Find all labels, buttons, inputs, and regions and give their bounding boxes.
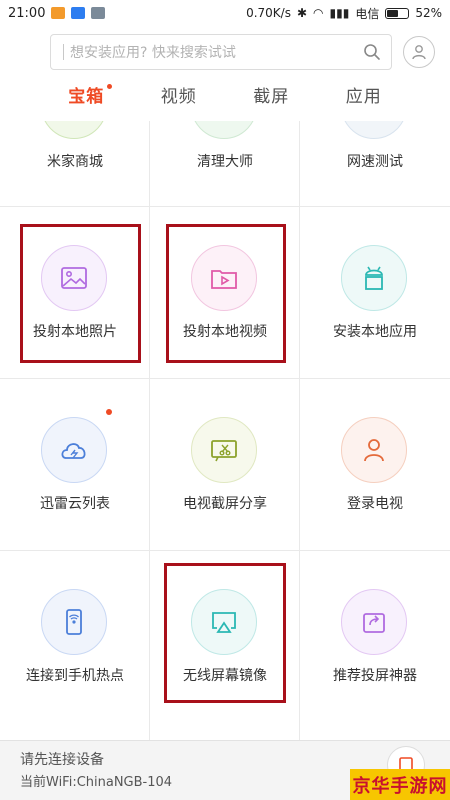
battery-icon (385, 7, 410, 19)
tab-video[interactable]: 视频 (161, 82, 197, 120)
toolbox-grid: 米家商城 清理大师 网速测试 投射本地照片 投射本地视频 安装本地应用 迅雷云列… (0, 121, 450, 740)
notification-icon (91, 7, 106, 19)
current-wifi: 当前WiFi:ChinaNGB-104 (20, 775, 173, 790)
status-time: 21:00 (8, 5, 46, 21)
person-icon (341, 417, 407, 483)
tile-tv-login[interactable]: 登录电视 (300, 379, 450, 550)
tile-label: 推荐投屏神器 (333, 668, 417, 684)
speed-test-icon (341, 121, 407, 139)
grid-row: 迅雷云列表 电视截屏分享 登录电视 (0, 379, 450, 551)
tile-install-apps[interactable]: 安装本地应用 (300, 207, 450, 378)
tab-label: 应用 (345, 87, 382, 107)
cloud-icon (41, 417, 107, 483)
tab-screenshot[interactable]: 截屏 (253, 82, 289, 120)
wifi-icon: ◠ (313, 6, 324, 20)
tile-recommend-cast[interactable]: 推荐投屏神器 (300, 551, 450, 740)
search-placeholder: 想安装应用? 快来搜索试试 (70, 45, 236, 61)
tile-label: 连接到手机热点 (26, 668, 124, 684)
new-badge-dot (107, 84, 113, 89)
tile-label: 登录电视 (347, 496, 403, 512)
tile-label: 安装本地应用 (333, 324, 417, 340)
tile-label: 电视截屏分享 (183, 496, 267, 512)
tile-phone-hotspot[interactable]: 连接到手机热点 (0, 551, 150, 740)
tab-treasure[interactable]: 宝箱 (68, 82, 113, 120)
tile-tv-screenshot[interactable]: 电视截屏分享 (150, 379, 300, 550)
tab-label: 宝箱 (68, 87, 105, 107)
user-avatar-button[interactable] (403, 36, 435, 68)
tile-label: 清理大师 (197, 154, 253, 170)
store-icon (41, 121, 107, 139)
tile-mi-store[interactable]: 米家商城 (0, 121, 150, 206)
cleaner-icon (191, 121, 257, 139)
connect-prompt: 请先连接设备 (20, 752, 104, 768)
share-icon (341, 589, 407, 655)
tile-cleaner[interactable]: 清理大师 (150, 121, 300, 206)
status-bar: 21:00 0.70K/s ✱ ◠ ▮▮▮ 电信 52% (0, 0, 450, 26)
watermark: 京华手游网 (350, 769, 450, 800)
phone-hotspot-icon (41, 589, 107, 655)
new-badge-dot (106, 409, 112, 415)
notification-icon (71, 7, 86, 19)
highlight-box (164, 563, 286, 703)
bluetooth-icon: ✱ (296, 6, 308, 20)
highlight-box (166, 224, 286, 363)
tile-label: 网速测试 (347, 154, 403, 170)
grid-row: 米家商城 清理大师 网速测试 (0, 121, 450, 207)
search-input[interactable]: 想安装应用? 快来搜索试试 (50, 34, 392, 70)
highlight-box (20, 224, 141, 363)
tile-label: 迅雷云列表 (40, 496, 110, 512)
battery-level: 52% (415, 6, 442, 20)
tab-bar: 宝箱 视频 截屏 应用 (0, 82, 450, 120)
tile-speed-test[interactable]: 网速测试 (300, 121, 450, 206)
header: 想安装应用? 快来搜索试试 宝箱 视频 截屏 应用 (0, 26, 450, 121)
cursor-divider (63, 44, 64, 60)
user-icon (412, 45, 426, 60)
tab-label: 截屏 (253, 87, 290, 107)
notification-icon (51, 7, 66, 19)
tab-label: 视频 (160, 87, 197, 107)
android-icon (341, 245, 407, 311)
search-icon[interactable] (363, 43, 381, 61)
carrier-name: 电信 (355, 6, 380, 21)
tile-label: 米家商城 (47, 154, 103, 170)
tab-apps[interactable]: 应用 (346, 82, 382, 120)
tile-xunlei-cloud[interactable]: 迅雷云列表 (0, 379, 150, 550)
tv-screenshot-icon (191, 417, 257, 483)
signal-icon: ▮▮▮ (329, 6, 350, 20)
network-speed: 0.70K/s (246, 6, 291, 20)
